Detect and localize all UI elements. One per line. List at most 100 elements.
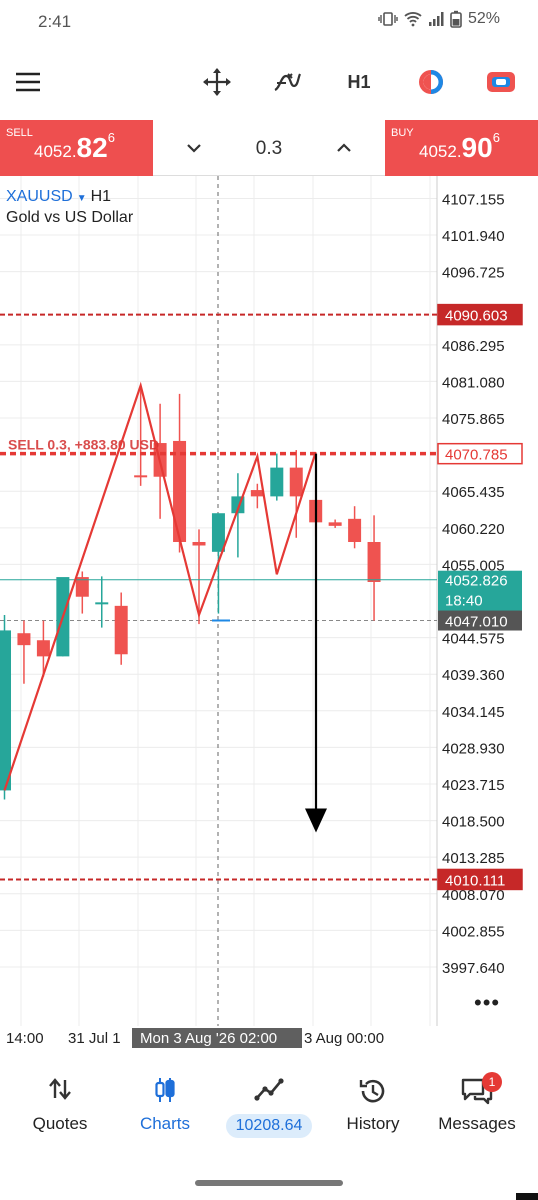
candle-body xyxy=(211,513,225,552)
price-axis-tick: 4096.725 xyxy=(442,265,505,282)
position-label: SELL 0.3, +883.80 USD xyxy=(8,437,159,453)
price-axis-tick: 3997.640 xyxy=(442,960,505,977)
menu-icon xyxy=(16,72,40,92)
candle-body xyxy=(114,605,128,655)
lot-increase-button[interactable] xyxy=(329,134,359,162)
balance-pill: 10208.64 xyxy=(225,1114,313,1138)
level-tag-text: 4090.603 xyxy=(445,308,508,325)
color-icon xyxy=(419,70,443,94)
nav-history[interactable]: History xyxy=(321,1056,425,1156)
trade-bar: SELL 4052.826 0.3 BUY 4052.906 xyxy=(0,120,538,176)
candle-body xyxy=(270,467,284,497)
nav-quotes-label: Quotes xyxy=(32,1114,88,1133)
candle-body xyxy=(192,541,206,546)
candle-body xyxy=(250,490,264,497)
price-axis-tick: 4107.155 xyxy=(442,191,505,208)
candle-body xyxy=(289,467,303,497)
nav-messages[interactable]: 1 Messages xyxy=(425,1056,529,1156)
nav-charts-label: Charts xyxy=(139,1114,191,1133)
more-options-icon[interactable]: ••• xyxy=(474,990,500,1016)
timeframe-button[interactable]: H1 xyxy=(334,56,384,108)
price-chart[interactable]: 4107.155 4101.940 4096.725 4086.295 4081.080… xyxy=(0,176,538,1054)
buy-price-small: 4052. xyxy=(419,142,462,161)
price-axis-tick: 4013.285 xyxy=(442,850,505,867)
chart-area[interactable]: 4107.155 4101.940 4096.725 4086.295 4081.080… xyxy=(0,176,538,1054)
chart-description: Gold vs US Dollar xyxy=(6,209,134,226)
battery-icon xyxy=(450,10,462,28)
trade-icon xyxy=(254,1078,284,1101)
candle-body xyxy=(95,602,109,605)
objects-button[interactable] xyxy=(406,56,456,108)
price-axis-tick: 4034.145 xyxy=(442,704,505,721)
chart-toolbar: H1 xyxy=(0,56,538,108)
menu-button[interactable] xyxy=(0,56,56,108)
level-tag-text: 4010.111 xyxy=(445,872,505,889)
buy-price: 4052.906 xyxy=(419,130,500,164)
bid-timer: 18:40 xyxy=(445,593,483,610)
nav-messages-label: Messages xyxy=(438,1114,516,1133)
charts-icon xyxy=(155,1078,175,1102)
buy-price-sup: 6 xyxy=(492,130,500,145)
price-axis-tick: 4039.360 xyxy=(442,667,505,684)
status-time: 2:41 xyxy=(38,12,72,31)
buy-button[interactable]: BUY 4052.906 xyxy=(385,120,538,176)
lot-selector: 0.3 xyxy=(153,120,385,176)
buy-label: BUY xyxy=(391,127,414,139)
home-indicator[interactable] xyxy=(195,1180,343,1186)
wifi-icon xyxy=(404,12,422,27)
candle-body xyxy=(134,475,148,478)
price-axis-tick: 4002.855 xyxy=(442,923,505,940)
oneclick-icon xyxy=(487,72,515,92)
price-axis-tick: 4065.435 xyxy=(442,484,505,501)
sell-price-big: 82 xyxy=(76,132,108,163)
bid-price: 4052.826 xyxy=(445,573,508,590)
indicator-icon xyxy=(274,73,302,92)
status-bar: 2:41 52% xyxy=(0,0,538,44)
nav-quotes[interactable]: Quotes xyxy=(8,1056,112,1156)
battery-level: 52% xyxy=(467,10,500,27)
status-icons: 52% xyxy=(378,10,500,28)
vibrate-icon xyxy=(378,12,398,26)
sell-button[interactable]: SELL 4052.826 xyxy=(0,120,153,176)
indicators-button[interactable] xyxy=(262,56,312,108)
crosshair-button[interactable] xyxy=(192,56,242,108)
price-axis-tick: 4028.930 xyxy=(442,740,505,757)
messages-badge: 1 xyxy=(482,1072,502,1092)
quotes-icon xyxy=(49,1078,71,1100)
one-click-trading-button[interactable] xyxy=(476,56,526,108)
price-axis-tick: 4081.080 xyxy=(442,374,505,391)
crosshair-price: 4047.010 xyxy=(445,614,508,631)
candle-body xyxy=(36,640,50,657)
sell-price: 4052.826 xyxy=(34,130,115,164)
candle-body xyxy=(348,518,362,542)
chart-timeframe: H1 xyxy=(90,188,112,205)
level-tag-text: 4070.785 xyxy=(445,447,508,464)
crosshair-icon xyxy=(203,68,231,96)
price-axis-tick: 4023.715 xyxy=(442,777,505,794)
time-axis-label: 3 Aug 00:00 xyxy=(304,1030,384,1047)
price-axis-tick: 4075.865 xyxy=(442,411,505,428)
chart-title: XAUUSD ▼ H1 xyxy=(6,188,111,206)
candle-body xyxy=(0,630,11,791)
sell-price-sup: 6 xyxy=(107,130,115,145)
candle-body xyxy=(17,633,31,646)
candle-body xyxy=(328,522,342,526)
nav-trade[interactable]: 10208.64 xyxy=(217,1056,321,1156)
nav-charts[interactable]: Charts xyxy=(113,1056,217,1156)
price-axis-tick: 4044.575 xyxy=(442,631,505,648)
sell-label: SELL xyxy=(6,127,33,139)
corner-mark xyxy=(516,1193,538,1200)
time-axis-label: Mon 3 Aug '26 02:00 xyxy=(140,1030,277,1047)
signal-icon xyxy=(428,12,444,26)
history-icon xyxy=(359,1079,385,1103)
bottom-navigation: Quotes Charts 10208.64 History 1 Message… xyxy=(0,1056,538,1156)
candle-body xyxy=(173,440,187,542)
symbol-dropdown-icon[interactable]: ▼ xyxy=(77,193,87,204)
chevron-up-icon xyxy=(337,143,351,152)
buy-price-big: 90 xyxy=(461,132,493,163)
price-axis-tick: 4018.500 xyxy=(442,814,505,831)
chart-symbol[interactable]: XAUUSD xyxy=(6,188,73,205)
price-axis-tick: 4101.940 xyxy=(442,228,505,245)
time-axis-label: 31 Jul 1 xyxy=(68,1030,121,1047)
price-axis-tick: 4060.220 xyxy=(442,521,505,538)
